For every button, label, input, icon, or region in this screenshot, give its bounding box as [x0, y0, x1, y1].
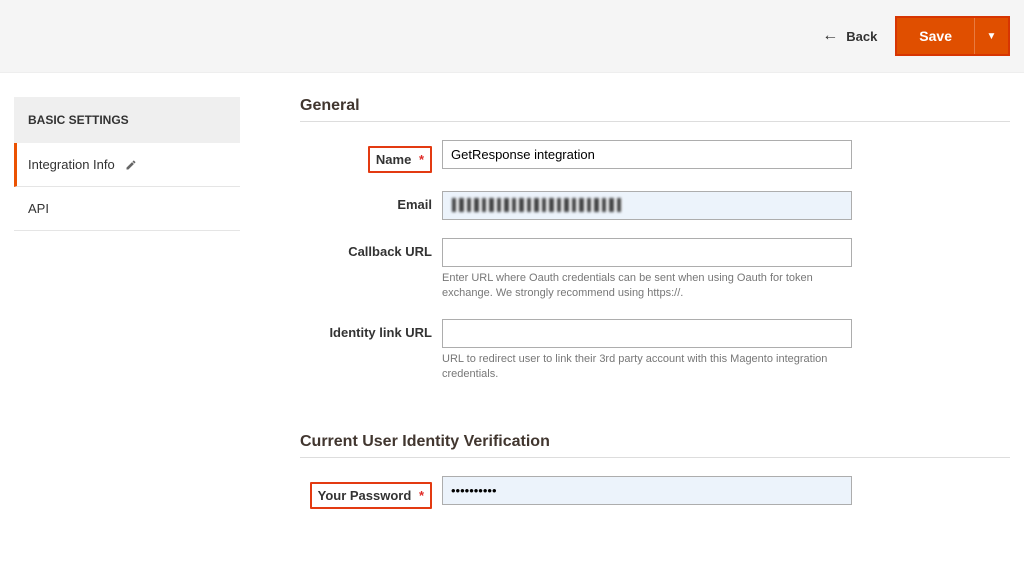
password-label-highlight: Your Password *: [310, 482, 432, 509]
save-button-group: Save ▼: [895, 16, 1010, 56]
triangle-down-icon: ▼: [987, 31, 997, 42]
row-identity: Identity link URL URL to redirect user t…: [300, 319, 1010, 382]
section-title-general: General: [300, 97, 1010, 122]
sidebar-item-label: API: [28, 201, 49, 216]
row-name: Name *: [300, 140, 1010, 173]
label-cell: Email: [300, 191, 442, 212]
back-label: Back: [846, 29, 877, 44]
identity-label: Identity link URL: [329, 325, 432, 340]
field-cell: [442, 191, 852, 220]
sidebar-item-api[interactable]: API: [14, 187, 240, 231]
sidebar-item-integration-info[interactable]: Integration Info: [14, 143, 240, 187]
field-cell: [442, 140, 852, 169]
page-layout: BASIC SETTINGS Integration Info API Gene…: [0, 73, 1024, 567]
identity-input[interactable]: [442, 319, 852, 348]
identity-hint: URL to redirect user to link their 3rd p…: [442, 352, 852, 382]
password-input[interactable]: [442, 476, 852, 505]
sidebar-heading: BASIC SETTINGS: [14, 97, 240, 143]
name-label: Name: [376, 152, 411, 167]
pencil-icon: [125, 159, 137, 171]
arrow-left-icon: ←: [822, 28, 838, 44]
redacted-value: [452, 198, 622, 212]
row-callback: Callback URL Enter URL where Oauth crede…: [300, 238, 1010, 301]
name-input[interactable]: [442, 140, 852, 169]
callback-hint: Enter URL where Oauth credentials can be…: [442, 271, 852, 301]
name-label-highlight: Name *: [368, 146, 432, 173]
required-star: *: [419, 152, 424, 167]
field-cell: Enter URL where Oauth credentials can be…: [442, 238, 852, 301]
field-cell: URL to redirect user to link their 3rd p…: [442, 319, 852, 382]
callback-input[interactable]: [442, 238, 852, 267]
section-title-verify: Current User Identity Verification: [300, 433, 1010, 458]
sidebar-item-label: Integration Info: [28, 157, 115, 172]
top-bar: ← Back Save ▼: [0, 0, 1024, 73]
save-button[interactable]: Save: [897, 18, 974, 54]
label-cell: Callback URL: [300, 238, 442, 259]
save-dropdown-button[interactable]: ▼: [974, 18, 1008, 54]
label-cell: Identity link URL: [300, 319, 442, 340]
label-cell: Your Password *: [300, 476, 442, 509]
back-button[interactable]: ← Back: [822, 28, 877, 44]
required-star: *: [419, 488, 424, 503]
main-content: General Name * Email: [300, 97, 1010, 527]
password-label: Your Password: [318, 488, 412, 503]
row-email: Email: [300, 191, 1010, 220]
row-password: Your Password *: [300, 476, 1010, 509]
email-label: Email: [397, 197, 432, 212]
sidebar: BASIC SETTINGS Integration Info API: [14, 97, 240, 231]
field-cell: [442, 476, 852, 505]
callback-label: Callback URL: [348, 244, 432, 259]
label-cell: Name *: [300, 140, 442, 173]
